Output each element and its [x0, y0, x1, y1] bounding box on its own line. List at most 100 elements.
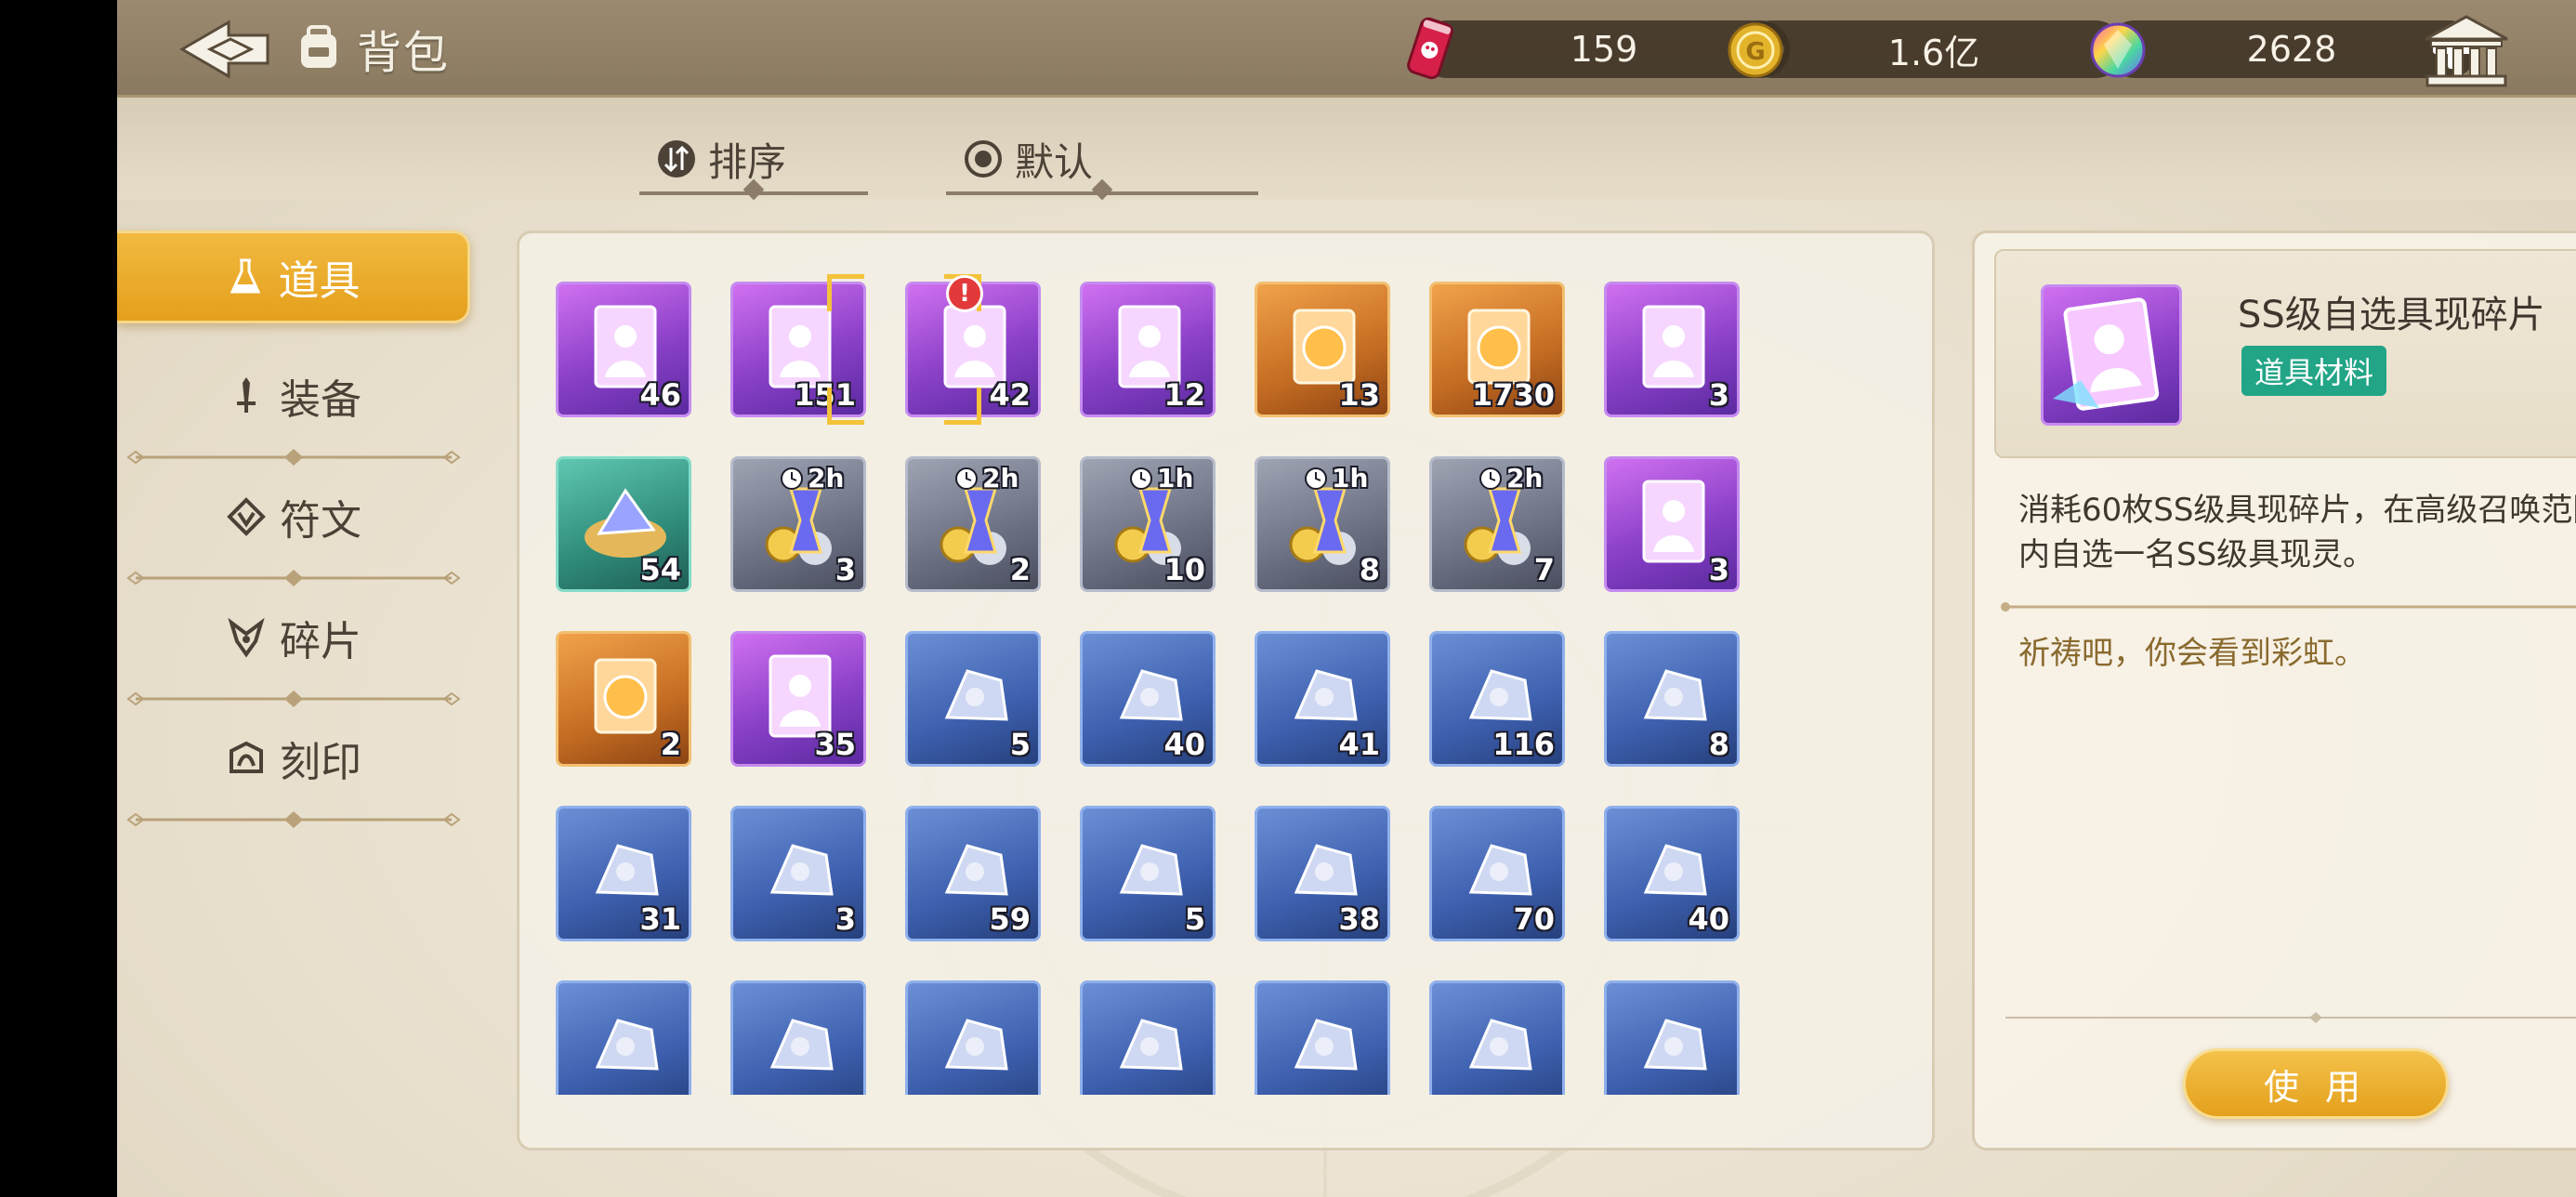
item-timer-label: 1h	[1332, 463, 1369, 493]
item-count: 59	[989, 901, 1031, 937]
new-item-alert-badge: !	[946, 275, 983, 312]
inventory-slot-gold-time-2h[interactable]: 2h 3	[730, 456, 866, 592]
item-count: 3	[835, 901, 856, 937]
default-filter-button[interactable]: 默认	[946, 123, 1258, 201]
ss-card-shard-icon	[2053, 297, 2160, 411]
inventory-slot-rainbow-crystal[interactable]: 12	[1080, 282, 1216, 417]
tab-runes[interactable]: 符文	[117, 470, 470, 563]
backpack-icon	[301, 25, 336, 68]
item-count: 12	[1163, 377, 1205, 413]
inventory-slot-white-crystal[interactable]: 40	[1080, 631, 1216, 767]
inventory-slot-violet-ore[interactable]: 116	[1429, 631, 1565, 767]
letterbox-bar	[0, 0, 117, 1197]
item-timer-label: 1h	[1157, 463, 1194, 493]
sort-icon	[658, 140, 695, 178]
page-title: 背包	[357, 27, 451, 79]
medal-icon	[1468, 1019, 1532, 1071]
tab-shards[interactable]: 碎片	[117, 591, 470, 684]
inventory-slot-gift-box[interactable]: 2	[556, 631, 691, 767]
inventory-slot-pink-teapot[interactable]: 3	[730, 806, 866, 941]
inventory-grid: 46 151 42 12 13 1730 3 54 2h 3 2h 2 1h 10 1h 8 2h 7 3 2 35 5 4…	[546, 282, 1885, 1095]
back-arrow-icon[interactable]	[173, 17, 275, 82]
inventory-slot-orange-pot[interactable]: 31	[556, 806, 691, 941]
clock-icon	[1479, 467, 1502, 490]
item-detail-name: SS级自选具现碎片	[2238, 294, 2545, 336]
default-filter-label: 默认	[1015, 138, 1094, 185]
item-count: 46	[639, 377, 681, 413]
item-count: 38	[1338, 901, 1380, 937]
tab-equipment-label: 装备	[280, 376, 361, 424]
clock-icon	[1130, 467, 1152, 490]
page-title-group: 背包	[294, 19, 451, 79]
clock-icon	[1305, 467, 1327, 490]
bag-screen: 背包 159 G 1.6亿 2628 排序 默认 道具 装备 符文 碎片 刻印 …	[117, 0, 2576, 1197]
item-timer: 2h	[780, 463, 844, 493]
seal-icon	[230, 741, 263, 773]
top-header-bar: 背包 159 G 1.6亿 2628	[117, 0, 2576, 113]
sort-bar	[117, 98, 2576, 200]
clock-icon	[955, 467, 978, 490]
tab-items-label: 道具	[278, 257, 361, 305]
clock-icon	[781, 467, 803, 490]
item-count: 2	[660, 727, 681, 762]
flask-icon	[230, 258, 260, 294]
item-timer: 1h	[1129, 463, 1193, 493]
inventory-slot-gem-basket[interactable]: 54	[556, 456, 691, 592]
inventory-slot-mystery-card[interactable]: 46	[556, 282, 691, 417]
inventory-slot-milk-carton[interactable]	[1255, 980, 1390, 1095]
item-count: 5	[1009, 727, 1031, 762]
item-timer-label: 2h	[1506, 463, 1544, 493]
bank-building-icon[interactable]	[2420, 13, 2513, 89]
tab-items[interactable]: 道具	[117, 230, 470, 323]
inventory-slot-ss-selectable-shard[interactable]: 151	[730, 282, 866, 417]
use-item-button[interactable]: 使 用	[2183, 1048, 2449, 1119]
inventory-slot-pink-pillow[interactable]	[1604, 980, 1740, 1095]
tab-divider	[126, 691, 461, 707]
inventory-slot-leaf[interactable]: 41	[1255, 631, 1390, 767]
detail-separator-bottom	[2005, 1012, 2576, 1023]
inventory-slot-grain-pile[interactable]: 5	[1080, 806, 1216, 941]
inventory-slot-gold-time-1h[interactable]: 1h 10	[1080, 456, 1216, 592]
rainbow-gem-icon	[2090, 22, 2146, 78]
tab-seals[interactable]: 刻印	[117, 712, 470, 805]
item-count: 41	[1338, 727, 1380, 762]
inventory-slot-blue-cloth[interactable]: 38	[1255, 806, 1390, 941]
inventory-slot-crystal-time-1h[interactable]: 1h 8	[1255, 456, 1390, 592]
milk-carton-icon	[1294, 1019, 1358, 1071]
item-count: 13	[1338, 377, 1380, 413]
inventory-slot-dark-book[interactable]	[1080, 980, 1216, 1095]
inventory-slot-red-bottle[interactable]: 59	[905, 806, 1041, 941]
inventory-slot-potatoes[interactable]: 70	[1429, 806, 1565, 941]
inventory-slot-crystal-time-2h[interactable]: 2h 2	[905, 456, 1041, 592]
shard-icon	[228, 617, 265, 658]
inventory-slot-mystery-card-orange[interactable]: 13	[1255, 282, 1390, 417]
inventory-slot-lighter[interactable]	[730, 980, 866, 1095]
inventory-slot-water-bowl[interactable]: 8	[1604, 631, 1740, 767]
item-count: 8	[1359, 552, 1380, 587]
inventory-slot-rose-bouquet[interactable]: 3	[1604, 456, 1740, 592]
item-count: 31	[639, 901, 681, 937]
inventory-slot-golden-apples[interactable]: 40	[1604, 806, 1740, 941]
item-count: 40	[1163, 727, 1205, 762]
inventory-slot-medal[interactable]	[1429, 980, 1565, 1095]
detail-separator	[2001, 602, 2576, 612]
item-count: 8	[1708, 727, 1729, 762]
item-count: 3	[1708, 377, 1729, 413]
inventory-slot-amber-orb[interactable]: 1730	[1429, 282, 1565, 417]
sort-button[interactable]: 排序	[639, 123, 868, 201]
inventory-slot-dark-ore[interactable]: 3	[1604, 282, 1740, 417]
item-count: 7	[1533, 552, 1555, 587]
gold-resource: G 1.6亿	[1728, 20, 2124, 78]
inventory-slot-open-book[interactable]	[905, 980, 1041, 1095]
umbrella-icon	[595, 1019, 659, 1071]
inventory-slot-robot-egg[interactable]: 35	[730, 631, 866, 767]
inventory-slot-green-crystal[interactable]: 5	[905, 631, 1041, 767]
inventory-slot-umbrella[interactable]	[556, 980, 691, 1095]
pink-pillow-icon	[1643, 1019, 1707, 1071]
gold-coin-icon: G	[1728, 22, 1783, 78]
tab-equipment[interactable]: 装备	[117, 349, 470, 442]
item-count: 1730	[1471, 377, 1555, 413]
item-timer-label: 2h	[982, 463, 1019, 493]
inventory-slot-gem-box-2h[interactable]: 2h 7	[1429, 456, 1565, 592]
gold-value: 1.6亿	[1887, 32, 1980, 73]
